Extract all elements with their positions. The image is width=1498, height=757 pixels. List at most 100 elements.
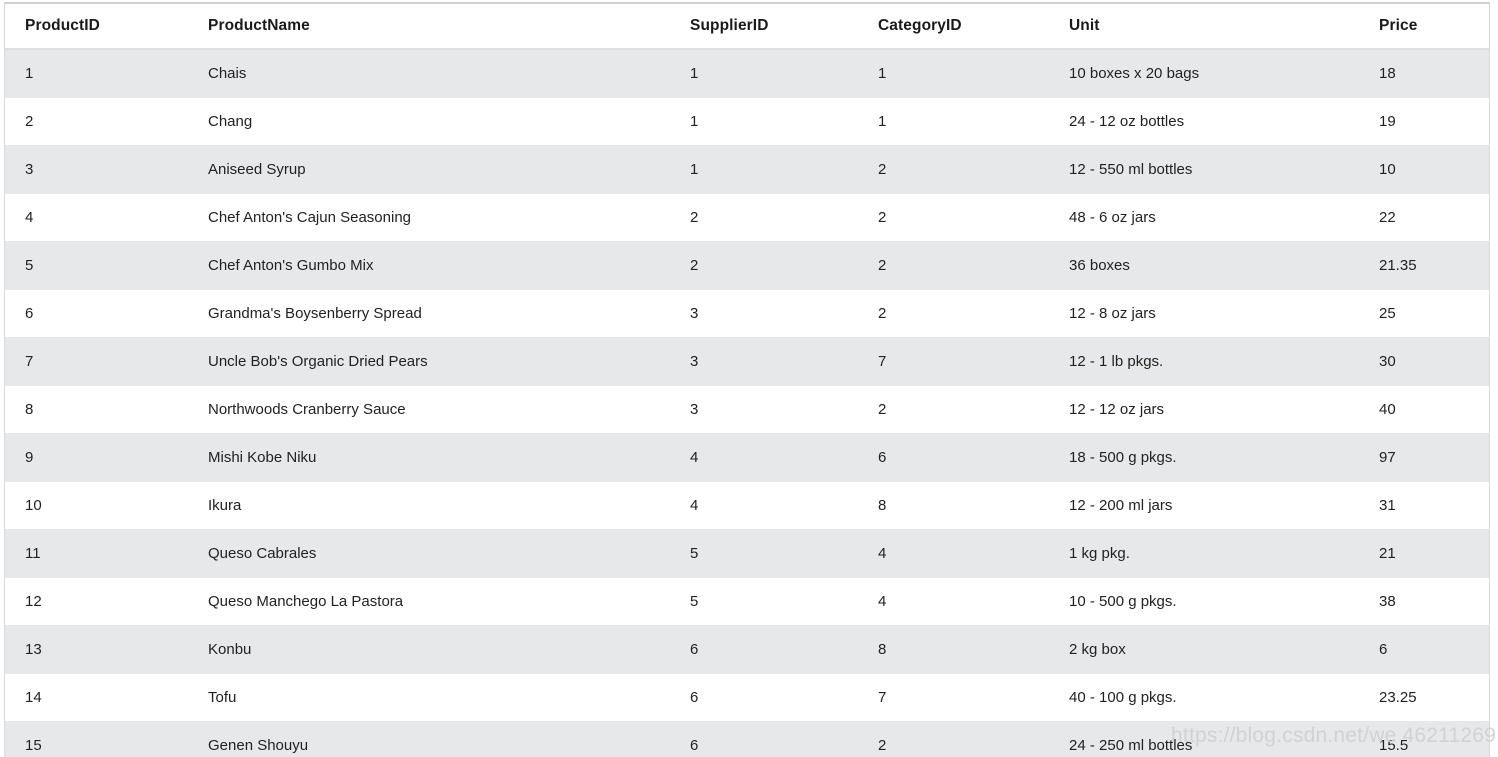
column-header-productid[interactable]: ProductID [5, 4, 188, 50]
cell-productid: 5 [5, 241, 188, 290]
cell-supplierid: 6 [670, 673, 858, 722]
column-header-unit[interactable]: Unit [1049, 4, 1359, 50]
cell-unit: 36 boxes [1049, 241, 1359, 290]
cell-price: 40 [1359, 385, 1489, 434]
cell-price: 97 [1359, 433, 1489, 482]
cell-categoryid: 1 [858, 49, 1049, 98]
cell-price: 21 [1359, 529, 1489, 578]
cell-unit: 12 - 1 lb pkgs. [1049, 337, 1359, 386]
cell-productid: 9 [5, 433, 188, 482]
table-row[interactable]: 6 Grandma's Boysenberry Spread 3 2 12 - 8 oz… [5, 289, 1489, 338]
cell-productid: 7 [5, 337, 188, 386]
table-row[interactable]: 4 Chef Anton's Cajun Seasoning 2 2 48 - 6 oz… [5, 193, 1489, 242]
cell-unit: 12 - 200 ml jars [1049, 481, 1359, 530]
cell-unit: 12 - 550 ml bottles [1049, 145, 1359, 194]
table-row[interactable]: 13 Konbu 6 8 2 kg box 6 [5, 625, 1489, 674]
cell-categoryid: 2 [858, 385, 1049, 434]
cell-price: 31 [1359, 481, 1489, 530]
cell-productid: 3 [5, 145, 188, 194]
cell-supplierid: 1 [670, 49, 858, 98]
table-row[interactable]: 1 Chais 1 1 10 boxes x 20 bags 18 [5, 49, 1489, 98]
table-row[interactable]: 5 Chef Anton's Gumbo Mix 2 2 36 boxes 21.35 [5, 241, 1489, 290]
products-table: ProductID ProductName SupplierID Categor… [5, 4, 1489, 757]
cell-productname: Ikura [188, 481, 670, 530]
table-row[interactable]: 12 Queso Manchego La Pastora 5 4 10 - 500 g … [5, 577, 1489, 626]
cell-productname: Chang [188, 97, 670, 146]
cell-supplierid: 3 [670, 289, 858, 338]
cell-productid: 8 [5, 385, 188, 434]
cell-productid: 12 [5, 577, 188, 626]
cell-categoryid: 4 [858, 529, 1049, 578]
cell-supplierid: 3 [670, 385, 858, 434]
cell-unit: 24 - 250 ml bottles [1049, 721, 1359, 757]
cell-supplierid: 5 [670, 577, 858, 626]
column-header-supplierid[interactable]: SupplierID [670, 4, 858, 50]
cell-categoryid: 1 [858, 97, 1049, 146]
cell-unit: 1 kg pkg. [1049, 529, 1359, 578]
cell-productname: Chais [188, 49, 670, 98]
cell-productid: 11 [5, 529, 188, 578]
cell-productname: Genen Shouyu [188, 721, 670, 757]
cell-unit: 2 kg box [1049, 625, 1359, 674]
cell-productname: Chef Anton's Gumbo Mix [188, 241, 670, 290]
cell-unit: 18 - 500 g pkgs. [1049, 433, 1359, 482]
cell-price: 25 [1359, 289, 1489, 338]
cell-supplierid: 3 [670, 337, 858, 386]
cell-categoryid: 8 [858, 625, 1049, 674]
table-row[interactable]: 14 Tofu 6 7 40 - 100 g pkgs. 23.25 [5, 673, 1489, 722]
cell-price: 21.35 [1359, 241, 1489, 290]
cell-productid: 2 [5, 97, 188, 146]
cell-supplierid: 4 [670, 481, 858, 530]
cell-supplierid: 6 [670, 625, 858, 674]
products-table-container: ProductID ProductName SupplierID Categor… [4, 2, 1490, 757]
cell-supplierid: 5 [670, 529, 858, 578]
cell-productname: Queso Manchego La Pastora [188, 577, 670, 626]
table-row[interactable]: 15 Genen Shouyu 6 2 24 - 250 ml bottles 15.5 [5, 721, 1489, 757]
cell-price: 23.25 [1359, 673, 1489, 722]
cell-unit: 10 - 500 g pkgs. [1049, 577, 1359, 626]
cell-unit: 40 - 100 g pkgs. [1049, 673, 1359, 722]
cell-categoryid: 2 [858, 721, 1049, 757]
cell-unit: 24 - 12 oz bottles [1049, 97, 1359, 146]
table-row[interactable]: 2 Chang 1 1 24 - 12 oz bottles 19 [5, 97, 1489, 146]
cell-price: 15.5 [1359, 721, 1489, 757]
cell-productname: Tofu [188, 673, 670, 722]
cell-unit: 12 - 12 oz jars [1049, 385, 1359, 434]
column-header-categoryid[interactable]: CategoryID [858, 4, 1049, 50]
column-header-productname[interactable]: ProductName [188, 4, 670, 50]
cell-categoryid: 6 [858, 433, 1049, 482]
cell-categoryid: 4 [858, 577, 1049, 626]
cell-productname: Aniseed Syrup [188, 145, 670, 194]
table-header: ProductID ProductName SupplierID Categor… [5, 4, 1489, 50]
table-row[interactable]: 9 Mishi Kobe Niku 4 6 18 - 500 g pkgs. 97 [5, 433, 1489, 482]
cell-productid: 4 [5, 193, 188, 242]
cell-categoryid: 2 [858, 289, 1049, 338]
cell-supplierid: 2 [670, 241, 858, 290]
table-row[interactable]: 3 Aniseed Syrup 1 2 12 - 550 ml bottles 10 [5, 145, 1489, 194]
cell-supplierid: 6 [670, 721, 858, 757]
cell-productid: 14 [5, 673, 188, 722]
table-header-row: ProductID ProductName SupplierID Categor… [5, 4, 1489, 50]
cell-productid: 15 [5, 721, 188, 757]
page-root: ProductID ProductName SupplierID Categor… [0, 0, 1498, 757]
cell-productname: Mishi Kobe Niku [188, 433, 670, 482]
cell-price: 10 [1359, 145, 1489, 194]
cell-productid: 10 [5, 481, 188, 530]
cell-categoryid: 2 [858, 145, 1049, 194]
cell-productname: Konbu [188, 625, 670, 674]
cell-productname: Chef Anton's Cajun Seasoning [188, 193, 670, 242]
table-row[interactable]: 7 Uncle Bob's Organic Dried Pears 3 7 12 - 1… [5, 337, 1489, 386]
cell-productname: Northwoods Cranberry Sauce [188, 385, 670, 434]
cell-productid: 6 [5, 289, 188, 338]
table-row[interactable]: 11 Queso Cabrales 5 4 1 kg pkg. 21 [5, 529, 1489, 578]
cell-categoryid: 7 [858, 673, 1049, 722]
cell-categoryid: 2 [858, 241, 1049, 290]
cell-supplierid: 4 [670, 433, 858, 482]
cell-price: 38 [1359, 577, 1489, 626]
table-row[interactable]: 10 Ikura 4 8 12 - 200 ml jars 31 [5, 481, 1489, 530]
cell-unit: 48 - 6 oz jars [1049, 193, 1359, 242]
cell-categoryid: 8 [858, 481, 1049, 530]
cell-supplierid: 2 [670, 193, 858, 242]
table-row[interactable]: 8 Northwoods Cranberry Sauce 3 2 12 - 12 oz … [5, 385, 1489, 434]
column-header-price[interactable]: Price [1359, 4, 1489, 50]
